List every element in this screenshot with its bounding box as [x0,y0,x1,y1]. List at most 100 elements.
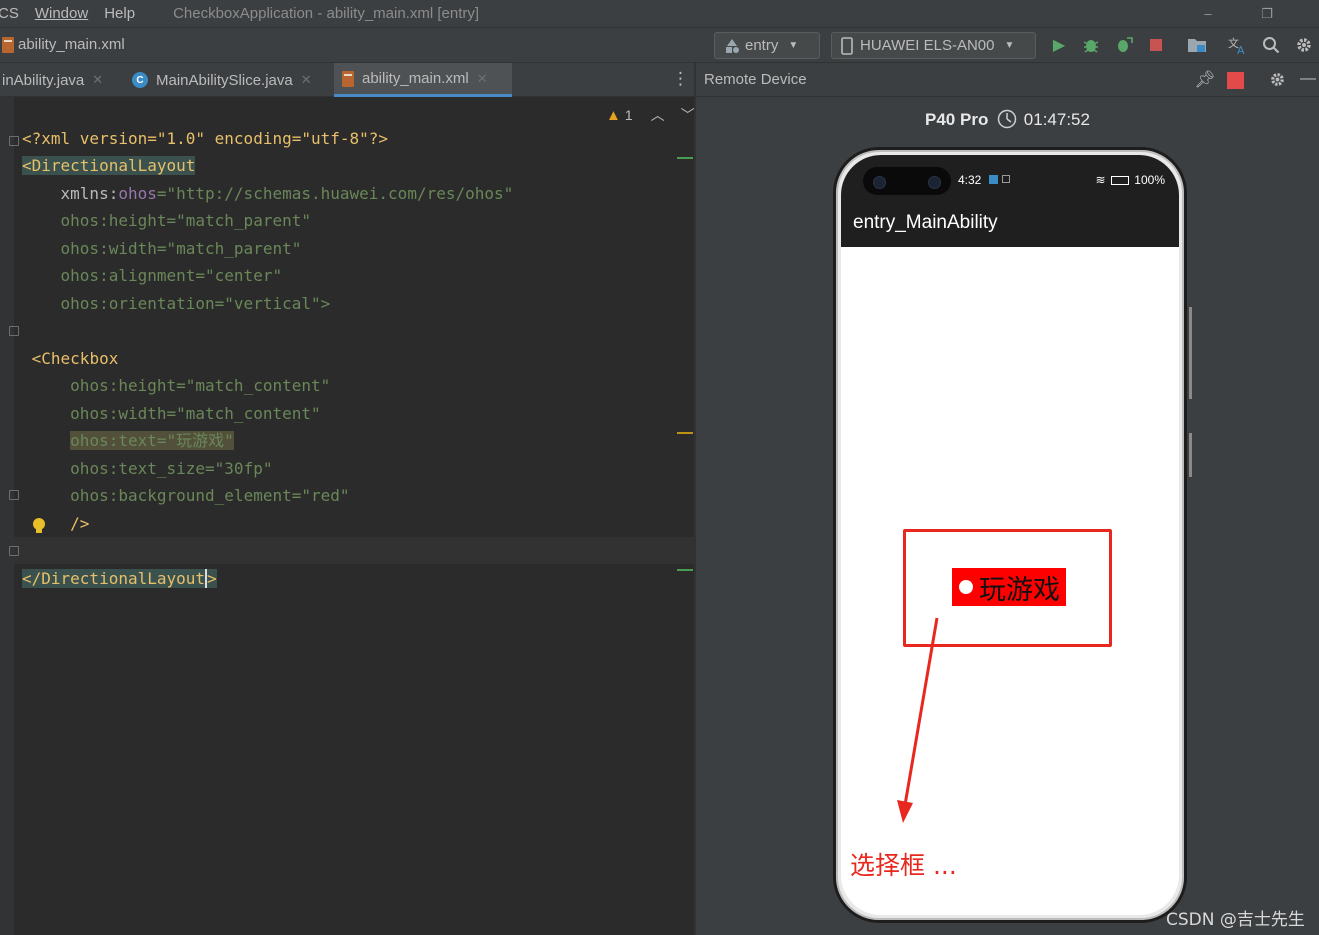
remote-device-title: Remote Device [704,71,807,88]
annotation-label: 选择框 ... [850,851,957,880]
attr-text-size: ohos:text_size="30fp" [70,458,273,478]
notification-icon [1002,175,1010,183]
xml-file-icon [342,70,354,87]
code-line: ohos:text_size="30fp" [22,455,513,483]
xml-declaration: <?xml version="1.0" encoding="utf-8"?> [22,128,389,148]
restore-button[interactable]: ❐ [1252,0,1282,27]
tag-directionallayout-close: </DirectionalLayout [22,568,206,588]
minimize-button[interactable]: – [1193,0,1223,27]
stop-icon[interactable] [1227,72,1244,89]
xml-file-icon [2,36,14,53]
debug-icon[interactable] [1080,33,1102,57]
phone-side-button [1189,433,1192,477]
breadcrumb[interactable]: ability_main.xml [2,36,125,53]
attr-background-element: ohos:background_element="red" [70,486,350,505]
code-line: ohos:alignment="center" [22,262,513,290]
java-class-icon: C [132,72,148,88]
close-icon[interactable]: ✕ [477,71,488,87]
module-icon [726,38,739,53]
session-timer: 01:47:52 [1023,110,1090,129]
run-config-select[interactable]: entry ▼ [714,32,820,59]
tab-mainability-java[interactable]: inAbility.java ✕ [0,63,111,97]
translate-icon[interactable]: 文A [1227,33,1249,57]
wifi-icon: ≋ [1095,173,1106,187]
attr-width: ohos:width="match_parent" [60,238,302,258]
menu-item-window[interactable]: Window [27,5,96,22]
settings-gear-icon[interactable] [1293,33,1315,57]
project-structure-icon[interactable] [1186,33,1208,57]
editor-tabs: inAbility.java ✕ C MainAbilitySlice.java… [0,63,694,97]
tab-label: MainAbilitySlice.java [156,71,293,89]
device-info: P40 Pro 01:47:52 [696,109,1319,130]
lightbulb-icon[interactable] [32,517,46,535]
chevron-down-icon: ▼ [1004,40,1015,51]
close-icon[interactable]: ✕ [301,72,312,88]
code-editor[interactable]: <?xml version="1.0" encoding="utf-8"?> <D… [0,97,695,935]
chevron-down-icon: ▼ [788,40,799,51]
error-stripe-mark[interactable] [677,569,693,571]
code-line: xmlns:ohos="http://schemas.huawei.com/re… [22,180,514,208]
chevron-down-icon[interactable]: ﹀ [681,105,695,125]
code-content: <?xml version="1.0" encoding="utf-8"?> <D… [22,97,513,592]
editor-gutter [0,97,14,935]
attr-orientation: ohos:orientation="vertical"> [60,293,331,313]
close-icon[interactable]: ✕ [92,72,103,88]
stop-icon[interactable] [1145,33,1167,57]
inspection-widget[interactable]: ▲ 1 ︿ ﹀ [606,105,695,125]
chevron-up-icon[interactable]: ︿ [651,105,665,125]
code-line: <DirectionalLayout [22,152,513,180]
error-stripe-mark[interactable] [677,157,693,159]
attr-height: ohos:height="match_parent" [60,211,311,230]
run-icon[interactable]: ▶ [1048,33,1070,57]
status-time: 4:32 [958,173,982,187]
battery-level: 100% [1134,173,1165,187]
tab-ability-main-xml[interactable]: ability_main.xml ✕ [334,63,512,97]
fold-icon[interactable] [9,546,19,556]
code-line: <?xml version="1.0" encoding="utf-8"?> [22,125,513,153]
tab-label: ability_main.xml [362,70,469,87]
code-line: </DirectionalLayout > [22,565,513,593]
attr-width: ohos:width="match_content" [70,403,321,423]
fold-icon[interactable] [9,326,19,336]
run-config-label: entry [745,37,779,54]
tag-checkbox-open: <Checkbox [31,348,119,368]
battery-icon [1110,176,1129,185]
device-select[interactable]: HUAWEI ELS-AN00 ▼ [831,32,1036,59]
tab-label: inAbility.java [2,71,85,89]
device-label: HUAWEI ELS-AN00 [860,37,995,54]
breadcrumb-file: ability_main.xml [18,36,125,53]
phone-side-button [1189,307,1192,399]
attach-debugger-icon[interactable] [1113,33,1135,57]
code-line: <Checkbox [22,345,513,373]
remote-device-header: Remote Device 📌︎ — [696,63,1319,97]
more-vertical-icon[interactable]: ⋮ [672,69,689,89]
code-line: ohos:background_element="red" [22,482,513,510]
warning-icon: ▲ [606,106,621,124]
code-line: ohos:width="match_content" [22,400,513,428]
attr-text: ohos:text="玩游戏" [70,431,234,450]
search-icon[interactable] [1260,33,1282,57]
app-title-bar: entry_MainAbility [841,203,1179,247]
pin-icon[interactable]: 📌︎ [1194,70,1216,90]
menu-item-help[interactable]: Help [96,5,143,22]
remote-device-pane: P40 Pro 01:47:52 4:32 ≋ 100% entry_MainA… [696,97,1319,935]
watermark: CSDN @吉士先生 [1166,910,1305,930]
attr-alignment: ohos:alignment="center" [60,266,283,285]
attr-value: ="http://schemas.huawei.com/res/ohos" [156,183,514,203]
attr-height: ohos:height="match_content" [70,376,331,395]
warning-stripe-mark[interactable] [677,432,693,434]
code-line: ohos:text="玩游戏" [22,427,513,455]
status-bar: 4:32 ≋ 100% [841,155,1179,203]
fold-icon[interactable] [9,136,19,146]
minimize-icon[interactable]: — [1300,70,1316,88]
annotation-highlight-box [903,529,1112,647]
code-line: /> [22,510,513,538]
tab-mainabilityslice-java[interactable]: C MainAbilitySlice.java ✕ [124,63,320,97]
settings-gear-icon[interactable] [1269,71,1286,93]
fold-icon[interactable] [9,490,19,500]
tag-self-close: /> [70,513,90,533]
phone-icon [841,36,853,55]
svg-text:A: A [1237,44,1245,55]
menu-item-cs[interactable]: CS [0,5,27,22]
